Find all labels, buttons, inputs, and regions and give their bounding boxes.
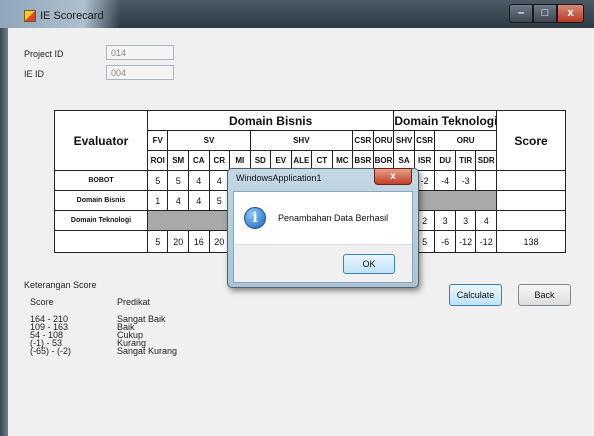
cell-total-ca: 16 — [187, 230, 210, 253]
legend-col-predikat: Predikat — [117, 297, 151, 307]
group-fv: FV — [146, 130, 169, 151]
dialog-message: Penambahan Data Berhasil — [278, 213, 389, 223]
group-oru-bisnis: ORU — [372, 130, 395, 151]
cell-bisnis-score — [496, 190, 566, 211]
cell-total-tir: -12 — [454, 230, 477, 253]
maximize-button[interactable]: □ — [533, 4, 557, 23]
app-icon — [24, 10, 36, 22]
calculate-button[interactable]: Calculate — [449, 284, 502, 306]
row-label-bobot: BOBOT — [54, 170, 148, 191]
cell-bisnis-roi[interactable]: 1 — [146, 190, 169, 211]
cell-teknologi-sdr[interactable]: 4 — [475, 210, 497, 231]
sub-sm: SM — [167, 150, 189, 171]
legend-col-score: Score — [30, 297, 54, 307]
window-controls: – □ x — [509, 4, 584, 24]
sub-du: DU — [434, 150, 456, 171]
dialog-footer: OK — [234, 244, 412, 282]
domain-teknologi-header: Domain Teknologi — [393, 110, 497, 131]
ie-id-field[interactable]: 004 — [106, 65, 174, 80]
cell-bobot-score — [496, 170, 566, 191]
sub-cr: CR — [208, 150, 231, 171]
cell-bobot-du[interactable]: -4 — [434, 170, 456, 191]
cell-teknologi-score — [496, 210, 566, 231]
cell-bobot-sm[interactable]: 5 — [167, 170, 189, 191]
total-score: 138 — [496, 230, 566, 253]
cell-bisnis-ca[interactable]: 4 — [187, 190, 210, 211]
group-shv-bisnis: SHV — [249, 130, 354, 151]
row-label-domain-bisnis: Domain Bisnis — [54, 190, 148, 211]
cell-bisnis-sm[interactable]: 4 — [167, 190, 189, 211]
sub-sdr: SDR — [475, 150, 497, 171]
sub-ca: CA — [187, 150, 210, 171]
cell-bobot-sdr[interactable] — [475, 170, 497, 191]
ie-id-label: IE ID — [24, 69, 45, 79]
sub-isr: ISR — [413, 150, 436, 171]
window-frame-left — [0, 28, 8, 436]
evaluator-header: Evaluator — [54, 110, 148, 171]
sub-roi: ROI — [146, 150, 169, 171]
dialog-title: WindowsApplication1 — [236, 173, 322, 183]
legend-range: (-65) - (-2) — [30, 346, 71, 356]
legend-predikat: Sangat Kurang — [117, 346, 178, 356]
minimize-button[interactable]: – — [509, 4, 533, 23]
score-header: Score — [496, 110, 566, 171]
cell-total-roi: 5 — [146, 230, 169, 253]
legend-title: Keterangan Score — [24, 280, 97, 290]
group-oru-teknologi: ORU — [434, 130, 497, 151]
main-window: IE Scorecard – □ x Project ID 014 IE ID … — [0, 0, 594, 436]
header-row-domains: Evaluator Domain Bisnis Domain Teknologi… — [54, 110, 566, 171]
group-sv: SV — [167, 130, 251, 151]
back-button[interactable]: Back — [518, 284, 571, 306]
cell-teknologi-du[interactable]: 3 — [434, 210, 456, 231]
info-icon: i — [244, 207, 266, 229]
dialog-close-button[interactable]: x — [374, 168, 412, 185]
dialog-body: i Penambahan Data Berhasil OK — [233, 191, 413, 283]
domain-bisnis-header: Domain Bisnis — [146, 110, 395, 131]
cell-total-sm: 20 — [167, 230, 189, 253]
window-title: IE Scorecard — [40, 10, 104, 22]
cell-total-du: -6 — [434, 230, 456, 253]
title-bar[interactable]: IE Scorecard – □ x — [0, 0, 594, 28]
message-dialog: WindowsApplication1 x i Penambahan Data … — [227, 168, 419, 288]
cell-bobot-roi[interactable]: 5 — [146, 170, 169, 191]
project-id-field[interactable]: 014 — [106, 45, 174, 60]
cell-bobot-ca[interactable]: 4 — [187, 170, 210, 191]
group-csr-teknologi: CSR — [413, 130, 436, 151]
cell-bobot-tir[interactable]: -3 — [454, 170, 477, 191]
group-csr-bisnis: CSR — [352, 130, 374, 151]
cell-total-sdr: -12 — [475, 230, 497, 253]
ok-button[interactable]: OK — [343, 254, 395, 274]
group-shv-teknologi: SHV — [393, 130, 415, 151]
row-label-total — [54, 230, 148, 253]
row-label-domain-teknologi: Domain Teknologi — [54, 210, 148, 231]
close-button[interactable]: x — [557, 4, 584, 23]
sub-tir: TIR — [454, 150, 477, 171]
project-id-label: Project ID — [24, 49, 64, 59]
cell-teknologi-tir[interactable]: 3 — [454, 210, 477, 231]
